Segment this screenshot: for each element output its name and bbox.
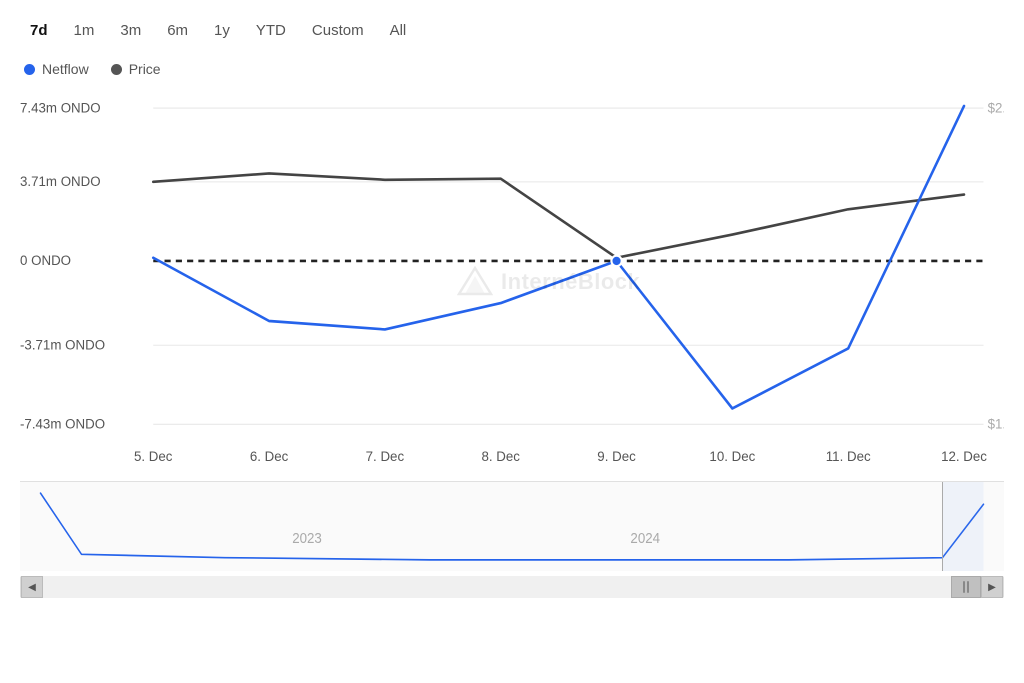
svg-text:3.71m ONDO: 3.71m ONDO [20, 174, 101, 189]
scroll-left-arrow[interactable]: ◀ [21, 576, 43, 598]
svg-text:12. Dec: 12. Dec [941, 449, 987, 464]
scroll-right-arrow[interactable]: ▶ [981, 576, 1003, 598]
mini-chart-area: 2023 2024 ◀ ▶ [20, 481, 1004, 571]
time-btn-7d[interactable]: 7d [20, 18, 58, 43]
svg-text:7. Dec: 7. Dec [366, 449, 405, 464]
svg-text:$1.00: $1.00 [988, 416, 1004, 431]
time-btn-1y[interactable]: 1y [204, 18, 240, 43]
legend-price-label: Price [129, 61, 161, 77]
grip-line-2 [967, 581, 969, 593]
time-btn-ytd[interactable]: YTD [246, 18, 296, 43]
svg-text:5. Dec: 5. Dec [134, 449, 173, 464]
svg-text:10. Dec: 10. Dec [709, 449, 755, 464]
scrollbar-thumb-grip [963, 581, 969, 593]
time-btn-custom[interactable]: Custom [302, 18, 374, 43]
time-btn-6m[interactable]: 6m [157, 18, 198, 43]
time-filter-bar: 7d1m3m6m1yYTDCustomAll [20, 18, 1004, 43]
time-btn-all[interactable]: All [380, 18, 417, 43]
svg-text:7.43m ONDO: 7.43m ONDO [20, 100, 101, 115]
legend-price: Price [111, 61, 161, 77]
main-chart-area: InternéBlock 7.43m ONDO 3.71m ONDO 0 OND… [20, 87, 1004, 477]
main-chart-svg: 7.43m ONDO 3.71m ONDO 0 ONDO -3.71m ONDO… [20, 87, 1004, 477]
svg-text:-3.71m ONDO: -3.71m ONDO [20, 337, 105, 352]
svg-text:-7.43m ONDO: -7.43m ONDO [20, 416, 105, 431]
legend-netflow-label: Netflow [42, 61, 89, 77]
svg-text:9. Dec: 9. Dec [597, 449, 636, 464]
svg-text:6. Dec: 6. Dec [250, 449, 289, 464]
svg-text:$2.00: $2.00 [988, 100, 1004, 115]
price-dot [111, 64, 122, 75]
grip-line-1 [963, 581, 965, 593]
time-btn-3m[interactable]: 3m [110, 18, 151, 43]
scrollbar[interactable]: ◀ ▶ [20, 576, 1004, 598]
scrollbar-thumb[interactable] [951, 576, 981, 598]
main-container: 7d1m3m6m1yYTDCustomAll Netflow Price Int… [0, 0, 1024, 683]
scrollbar-track[interactable] [43, 576, 981, 598]
svg-text:2023: 2023 [292, 530, 322, 547]
time-btn-1m[interactable]: 1m [64, 18, 105, 43]
mini-chart-svg: 2023 2024 [20, 482, 1004, 571]
chart-legend: Netflow Price [20, 61, 1004, 77]
svg-text:8. Dec: 8. Dec [481, 449, 520, 464]
netflow-dot [24, 64, 35, 75]
svg-text:2024: 2024 [630, 530, 660, 547]
legend-netflow: Netflow [24, 61, 89, 77]
svg-text:11. Dec: 11. Dec [826, 449, 871, 464]
svg-text:0 ONDO: 0 ONDO [20, 253, 71, 268]
